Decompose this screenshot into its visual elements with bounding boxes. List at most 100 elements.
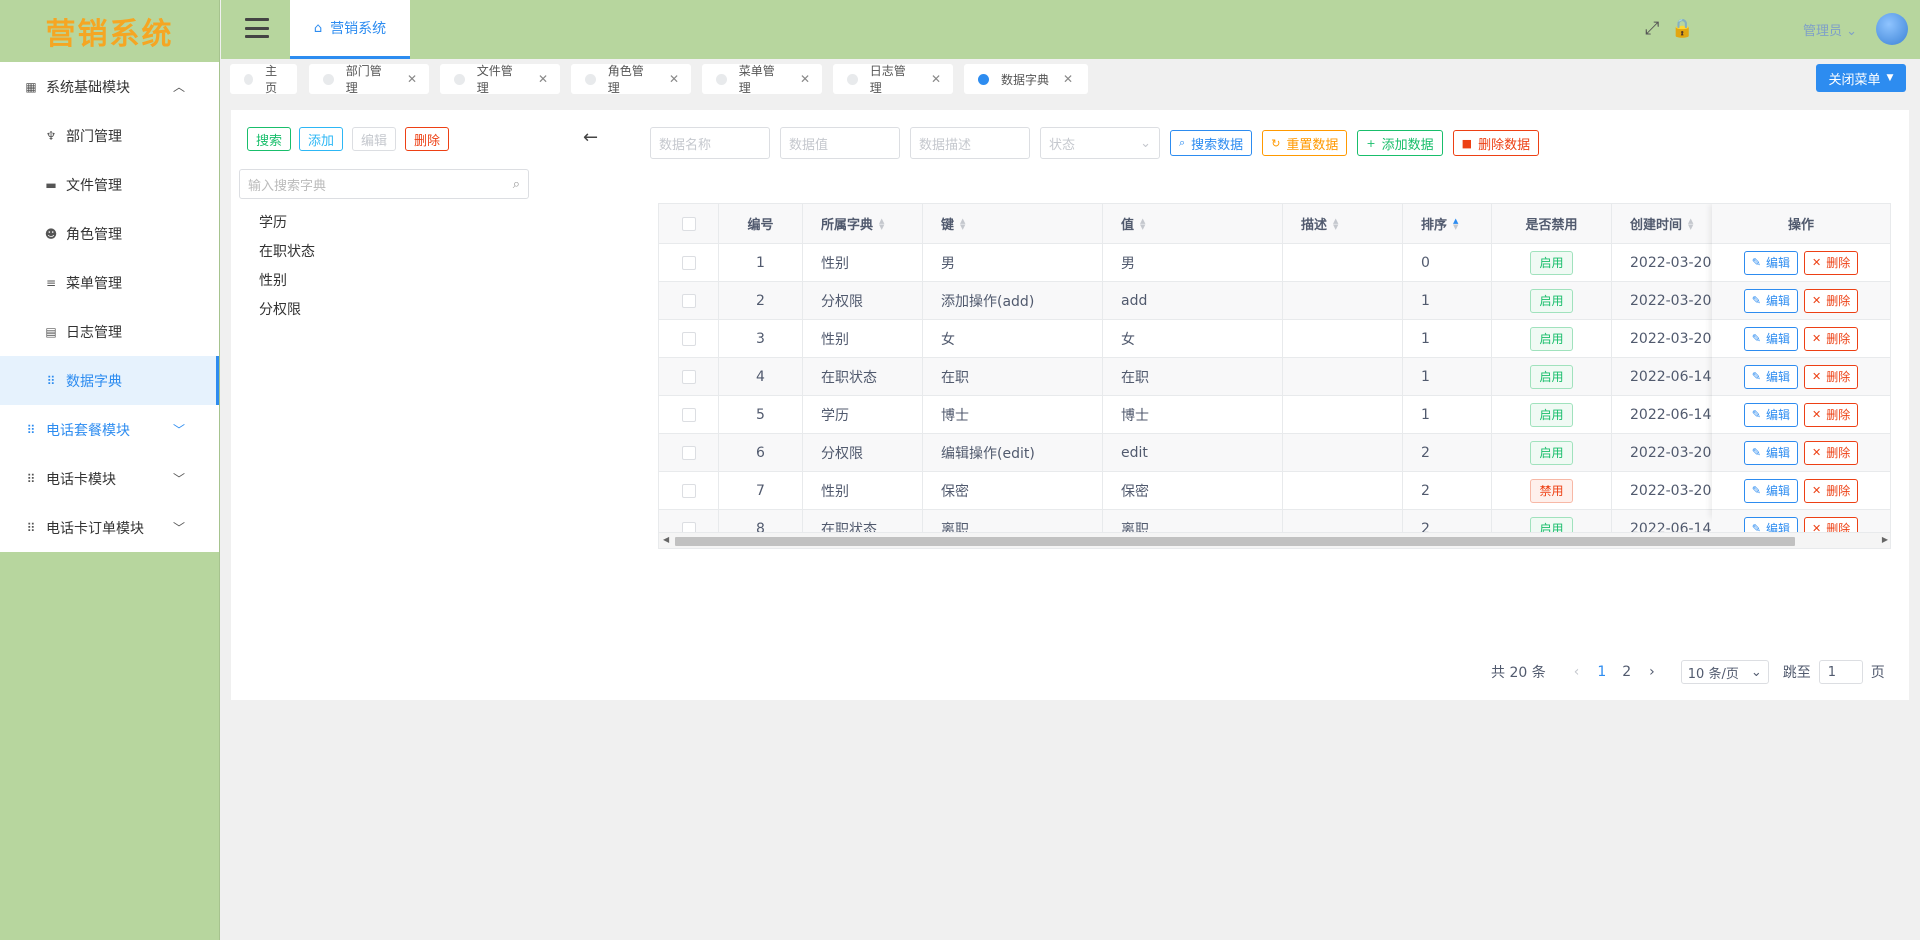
delete-button[interactable]: ✕ 删除 bbox=[1804, 402, 1859, 427]
arrow-left-icon[interactable]: ← bbox=[583, 127, 598, 148]
next-page-icon[interactable]: › bbox=[1649, 664, 1655, 680]
table-row[interactable]: 7 性别 保密 保密 2 禁用 2022-03-20 bbox=[659, 472, 1890, 510]
tab-department[interactable]: 部门管理 ✕ bbox=[309, 64, 429, 95]
sidebar-item-department[interactable]: ♆ 部门管理 bbox=[0, 111, 219, 160]
header-sort[interactable]: 排序 ▲ ▼ bbox=[1403, 204, 1492, 243]
data-name-input[interactable]: 数据名称 bbox=[650, 127, 770, 159]
sort-icon[interactable]: ▲ ▼ bbox=[879, 217, 884, 230]
close-icon[interactable]: ✕ bbox=[800, 72, 810, 86]
sort-icon[interactable]: ▲ ▼ bbox=[1453, 217, 1458, 230]
sort-icon[interactable]: ▲ ▼ bbox=[1688, 217, 1693, 230]
row-checkbox[interactable] bbox=[681, 331, 696, 346]
edit-button[interactable]: ✎ 编辑 bbox=[1743, 402, 1798, 427]
delete-button[interactable]: ✕ 删除 bbox=[1804, 250, 1859, 275]
sidebar-item-menus[interactable]: ≡ 菜单管理 bbox=[0, 258, 219, 307]
edit-button[interactable]: ✎ 编辑 bbox=[1743, 478, 1798, 503]
edit-button[interactable]: ✎ 编辑 bbox=[1743, 440, 1798, 465]
dict-add-button[interactable]: 添加 bbox=[299, 127, 344, 151]
sort-icon[interactable]: ▲ ▼ bbox=[960, 217, 965, 230]
edit-button[interactable]: ✎ 编辑 bbox=[1743, 288, 1798, 313]
jump-input[interactable]: 1 bbox=[1818, 660, 1863, 684]
row-checkbox[interactable] bbox=[681, 369, 696, 384]
delete-button[interactable]: ✕ 删除 bbox=[1804, 326, 1859, 351]
table-row[interactable]: 6 分权限 编辑操作(edit) edit 2 启用 2022-03-20 bbox=[659, 434, 1890, 472]
search-icon[interactable]: ⌕ bbox=[513, 177, 520, 192]
close-icon[interactable]: ✕ bbox=[1063, 72, 1073, 86]
table-row[interactable]: 5 学历 博士 博士 1 启用 2022-06-14 bbox=[659, 396, 1890, 434]
avatar[interactable] bbox=[1876, 13, 1908, 45]
dict-list-item[interactable]: 在职状态 bbox=[259, 238, 315, 267]
hamburger-menu-icon[interactable] bbox=[245, 18, 269, 38]
dict-list-item[interactable]: 分权限 bbox=[259, 296, 315, 325]
edit-button[interactable]: ✎ 编辑 bbox=[1743, 250, 1798, 275]
fullscreen-icon[interactable]: ⤢ bbox=[1645, 18, 1659, 39]
scroll-right-icon[interactable]: ▶ bbox=[1882, 535, 1888, 544]
sidebar-item-dictionary[interactable]: ⠿ 数据字典 bbox=[0, 356, 219, 405]
delete-button[interactable]: ✕ 删除 bbox=[1804, 364, 1859, 389]
sidebar-group-phone-card[interactable]: ⠿ 电话卡模块 ﹀ bbox=[0, 454, 219, 503]
dict-list-item[interactable]: 性别 bbox=[259, 267, 315, 296]
dict-list-item[interactable]: 学历 bbox=[259, 209, 315, 238]
user-menu[interactable]: 管理员 ⌄ bbox=[1803, 20, 1857, 39]
sidebar-group-phone-package[interactable]: ⠿ 电话套餐模块 ﹀ bbox=[0, 405, 219, 454]
sidebar-item-files[interactable]: ▬ 文件管理 bbox=[0, 160, 219, 209]
prev-page-icon[interactable]: ‹ bbox=[1574, 664, 1580, 680]
data-value-input[interactable]: 数据值 bbox=[780, 127, 900, 159]
table-row[interactable]: 2 分权限 添加操作(add) add 1 启用 2022-03-20 bbox=[659, 282, 1890, 320]
header-value[interactable]: 值 ▲ ▼ bbox=[1103, 204, 1283, 243]
dict-search-button[interactable]: 搜索 bbox=[247, 127, 292, 151]
close-icon[interactable]: ✕ bbox=[669, 72, 679, 86]
close-menu-button[interactable]: 关闭菜单 ▼ bbox=[1816, 64, 1906, 92]
row-checkbox[interactable] bbox=[681, 483, 696, 498]
tab-home[interactable]: 主页 bbox=[230, 64, 297, 95]
horizontal-scrollbar[interactable]: ◀ ▶ bbox=[659, 532, 1890, 548]
table-row[interactable]: 9学历硕士硕士2启用2022-06-14 bbox=[659, 548, 1891, 549]
data-desc-input[interactable]: 数据描述 bbox=[910, 127, 1030, 159]
header-dict[interactable]: 所属字典 ▲ ▼ bbox=[803, 204, 923, 243]
tab-roles[interactable]: 角色管理 ✕ bbox=[571, 64, 691, 95]
table-row[interactable]: 4 在职状态 在职 在职 1 启用 2022-06-14 bbox=[659, 358, 1890, 396]
close-icon[interactable]: ✕ bbox=[538, 72, 548, 86]
row-checkbox[interactable] bbox=[681, 293, 696, 308]
dict-edit-button[interactable]: 编辑 bbox=[352, 127, 397, 151]
tab-dictionary[interactable]: 数据字典 ✕ bbox=[964, 64, 1088, 94]
tab-logs[interactable]: 日志管理 ✕ bbox=[833, 64, 953, 95]
search-data-button[interactable]: ⌕ 搜索数据 bbox=[1170, 130, 1253, 156]
close-icon[interactable]: ✕ bbox=[407, 72, 417, 86]
header-desc[interactable]: 描述 ▲ ▼ bbox=[1283, 204, 1403, 243]
page-1[interactable]: 1 bbox=[1597, 664, 1606, 680]
sidebar-item-roles[interactable]: ☻ 角色管理 bbox=[0, 209, 219, 258]
table-row[interactable]: 1 性别男男 0 启用 2022-03-20 bbox=[659, 244, 1890, 282]
row-checkbox[interactable] bbox=[681, 445, 696, 460]
edit-button[interactable]: ✎ 编辑 bbox=[1743, 326, 1798, 351]
edit-button[interactable]: ✎ 编辑 bbox=[1743, 364, 1798, 389]
close-icon[interactable]: ✕ bbox=[931, 72, 941, 86]
delete-button[interactable]: ✕ 删除 bbox=[1804, 440, 1859, 465]
sort-icon[interactable]: ▲ ▼ bbox=[1333, 217, 1338, 230]
dict-delete-button[interactable]: 删除 bbox=[405, 127, 450, 151]
status-select[interactable]: 状态 ⌄ bbox=[1040, 127, 1160, 159]
select-all-checkbox[interactable] bbox=[681, 216, 696, 231]
top-tab-marketing[interactable]: ⌂ 营销系统 bbox=[290, 0, 410, 59]
table-row[interactable]: 3 性别女女 1 启用 2022-03-20 bbox=[659, 320, 1890, 358]
dict-search-input[interactable]: 输入搜索字典 ⌕ bbox=[239, 169, 529, 199]
page-size-select[interactable]: 10 条/页 ⌄ bbox=[1680, 660, 1769, 684]
delete-button[interactable]: ✕ 删除 bbox=[1804, 478, 1859, 503]
add-data-button[interactable]: + 添加数据 bbox=[1357, 130, 1443, 156]
delete-data-button[interactable]: ■ 删除数据 bbox=[1452, 130, 1540, 156]
sidebar-group-phone-card-order[interactable]: ⠿ 电话卡订单模块 ﹀ bbox=[0, 503, 219, 552]
lock-icon[interactable]: 🔒 bbox=[1671, 18, 1693, 39]
scroll-left-icon[interactable]: ◀ bbox=[663, 535, 669, 544]
header-key[interactable]: 键 ▲ ▼ bbox=[923, 204, 1103, 243]
sort-icon[interactable]: ▲ ▼ bbox=[1140, 217, 1145, 230]
row-checkbox[interactable] bbox=[681, 255, 696, 270]
reset-data-button[interactable]: ↻ 重置数据 bbox=[1262, 130, 1348, 156]
row-checkbox[interactable] bbox=[681, 407, 696, 422]
tab-files[interactable]: 文件管理 ✕ bbox=[440, 64, 560, 95]
sidebar-item-logs[interactable]: ▤ 日志管理 bbox=[0, 307, 219, 356]
page-2[interactable]: 2 bbox=[1622, 664, 1631, 680]
sidebar-group-system[interactable]: ▦ 系统基础模块 ︿ bbox=[0, 62, 219, 111]
tab-menus[interactable]: 菜单管理 ✕ bbox=[702, 64, 822, 95]
scrollbar-thumb[interactable] bbox=[675, 537, 1795, 546]
delete-button[interactable]: ✕ 删除 bbox=[1804, 288, 1859, 313]
